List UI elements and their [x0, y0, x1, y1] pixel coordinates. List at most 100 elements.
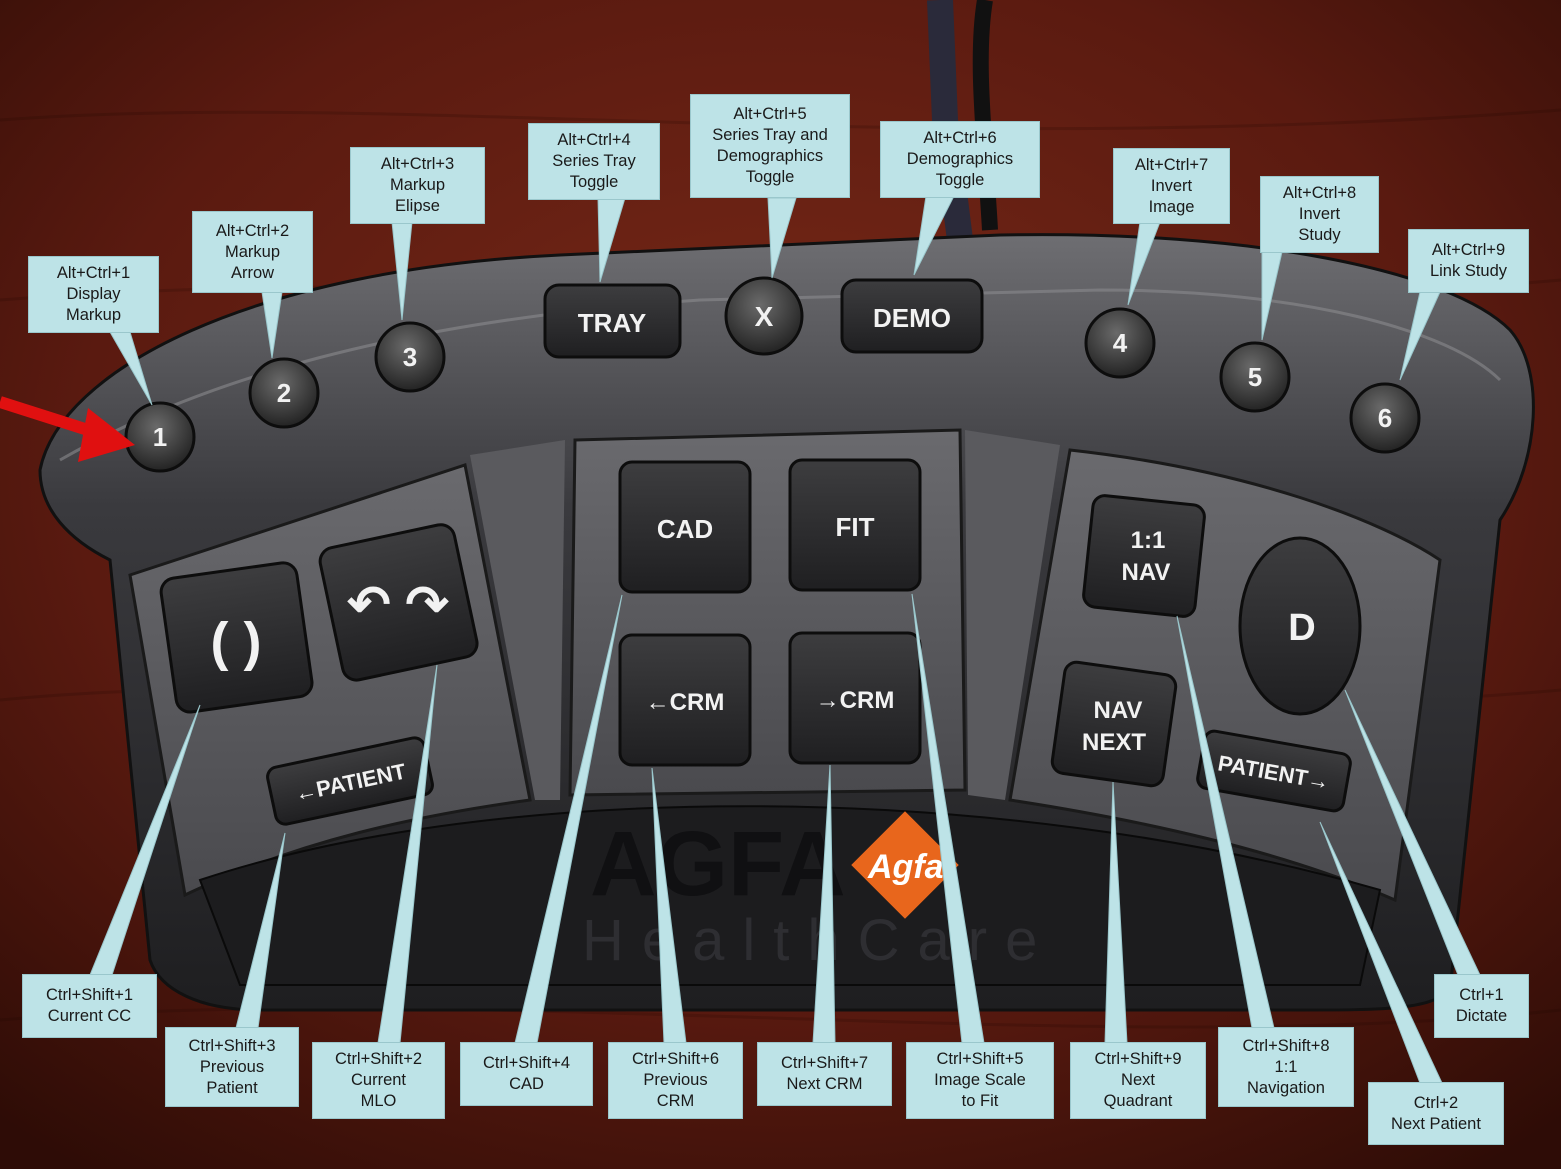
nav-next-key-line2: NEXT — [1082, 729, 1146, 756]
callout-line: Alt+Ctrl+5 — [733, 105, 807, 123]
dictate-key-label: D — [1288, 607, 1315, 649]
callout-markup-elipse: Alt+Ctrl+3 Markup Elipse — [350, 147, 485, 224]
key-1[interactable]: 1 — [124, 401, 196, 473]
nav-11-key[interactable]: 1:1 NAV — [1082, 494, 1206, 618]
callout-line: Series Tray and — [712, 126, 828, 144]
callout-line: Alt+Ctrl+9 — [1431, 241, 1506, 259]
callout-cad: Ctrl+Shift+4 CAD — [460, 1042, 593, 1106]
callout-line: 1:1 — [1274, 1057, 1298, 1076]
callout-line: Alt+Ctrl+3 — [380, 155, 455, 173]
callout-line: Patient — [206, 1078, 258, 1097]
fit-key[interactable]: FIT — [788, 458, 922, 592]
prev-crm-key-label: ←CRM — [646, 689, 725, 716]
demo-key-label: DEMO — [873, 303, 951, 333]
callout-line: Alt+Ctrl+7 — [1134, 155, 1209, 174]
key-2[interactable]: 2 — [248, 357, 320, 429]
callout-line: Ctrl+Shift+5 — [936, 1050, 1024, 1068]
x-key-label: X — [755, 301, 774, 332]
callout-line: Next Patient — [1391, 1114, 1481, 1133]
callout-line: Series Tray — [552, 152, 636, 170]
callout-next-quadrant: Ctrl+Shift+9 Next Quadrant — [1070, 1042, 1206, 1119]
dictate-key[interactable]: D — [1238, 536, 1362, 716]
callout-line: CAD — [509, 1075, 544, 1093]
key-5[interactable]: 5 — [1219, 341, 1291, 413]
callout-line: Current — [350, 1071, 407, 1089]
callout-demographics-toggle: Alt+Ctrl+6 Demographics Toggle — [880, 121, 1040, 198]
key-3[interactable]: 3 — [374, 321, 446, 393]
cad-key-label: CAD — [657, 514, 713, 544]
callout-line: CRM — [656, 1092, 695, 1110]
callout-line: Markup — [65, 306, 122, 324]
nav-next-key[interactable]: NAV NEXT — [1050, 660, 1178, 788]
callout-line: Toggle — [745, 168, 795, 186]
next-crm-key[interactable]: →CRM — [788, 631, 922, 765]
callout-previous-crm: Ctrl+Shift+6 Previous CRM — [608, 1042, 743, 1119]
callout-invert-image: Alt+Ctrl+7 Invert Image — [1113, 148, 1230, 224]
cad-key[interactable]: CAD — [618, 460, 752, 594]
callout-line: Next — [1121, 1071, 1155, 1089]
callout-line: Invert — [1150, 176, 1193, 195]
callout-line: Study — [1298, 226, 1341, 244]
callout-line: Link Study — [1429, 262, 1508, 280]
key-2-label: 2 — [277, 378, 291, 408]
callout-previous-patient: Ctrl+Shift+3 Previous Patient — [165, 1027, 299, 1107]
callout-display-markup: Alt+Ctrl+1 Display Markup — [28, 256, 159, 333]
callout-line: Display — [66, 285, 121, 303]
current-cc-key[interactable]: ( ) — [159, 561, 314, 714]
callout-line: Demographics — [906, 150, 1014, 168]
keypad-photo: AGFA Agfa HealthCare 1 2 3 4 5 6 TRAY X … — [0, 0, 1561, 1169]
callout-line: Ctrl+Shift+3 — [188, 1036, 276, 1055]
callout-dictate: Ctrl+1 Dictate — [1434, 974, 1529, 1038]
key-4[interactable]: 4 — [1084, 307, 1156, 379]
callout-line: Arrow — [230, 263, 275, 282]
callout-line: Current CC — [47, 1007, 132, 1025]
callout-markup-arrow: Alt+Ctrl+2 Markup Arrow — [192, 211, 313, 293]
callout-line: Alt+Ctrl+1 — [56, 264, 131, 282]
callout-line: Markup — [224, 242, 281, 261]
callout-line: Image — [1148, 197, 1195, 216]
callout-line: Previous — [643, 1071, 708, 1089]
demo-key[interactable]: DEMO — [840, 278, 984, 354]
callout-line: Ctrl+Shift+7 — [780, 1054, 869, 1072]
callout-line: Ctrl+Shift+2 — [334, 1050, 423, 1068]
callout-line: Previous — [199, 1057, 265, 1076]
callout-image-scale-fit: Ctrl+Shift+5 Image Scale to Fit — [906, 1042, 1054, 1119]
callout-navigation-11: Ctrl+Shift+8 1:1 Navigation — [1218, 1027, 1354, 1107]
key-1-label: 1 — [153, 422, 167, 452]
nav-11-key-line2: NAV — [1122, 559, 1171, 586]
prev-crm-key[interactable]: ←CRM — [618, 633, 752, 767]
key-5-label: 5 — [1248, 362, 1262, 392]
tray-key-label: TRAY — [578, 308, 646, 338]
x-key[interactable]: X — [724, 276, 804, 356]
key-6-label: 6 — [1378, 403, 1392, 433]
tray-key[interactable]: TRAY — [543, 283, 682, 359]
callout-line: Alt+Ctrl+8 — [1282, 184, 1357, 202]
key-3-label: 3 — [403, 342, 417, 372]
key-4-label: 4 — [1113, 328, 1128, 358]
callout-line: Markup — [389, 176, 446, 194]
callout-line: Alt+Ctrl+4 — [557, 131, 631, 149]
callout-line: Demographics — [716, 147, 824, 165]
callout-line: Ctrl+2 — [1413, 1093, 1459, 1112]
brand-badge-text: Agfa — [867, 848, 944, 886]
callout-line: Dictate — [1455, 1007, 1508, 1025]
callout-series-tray-demographics-toggle: Alt+Ctrl+5 Series Tray and Demographics … — [690, 94, 850, 198]
current-mlo-key[interactable]: ↶ ↷ — [318, 522, 480, 683]
brand-text: AGFA — [590, 813, 846, 915]
current-cc-key-label: ( ) — [211, 612, 262, 672]
callout-line: Elipse — [395, 197, 440, 215]
callout-line: Invert — [1298, 205, 1341, 223]
nav-11-key-line1: 1:1 — [1131, 527, 1166, 554]
callout-invert-study: Alt+Ctrl+8 Invert Study — [1260, 176, 1379, 253]
callout-series-tray-toggle: Alt+Ctrl+4 Series Tray Toggle — [528, 123, 660, 200]
callout-line: Image Scale — [934, 1071, 1026, 1089]
callout-line: Next CRM — [786, 1075, 863, 1093]
callout-line: Alt+Ctrl+2 — [215, 221, 290, 240]
callout-line: Toggle — [935, 171, 985, 189]
callout-line: Alt+Ctrl+6 — [923, 129, 997, 147]
fit-key-label: FIT — [836, 512, 875, 542]
callout-current-cc: Ctrl+Shift+1 Current CC — [22, 974, 157, 1038]
callout-line: Ctrl+Shift+9 — [1094, 1050, 1182, 1068]
key-6[interactable]: 6 — [1349, 382, 1421, 454]
callout-next-patient: Ctrl+2 Next Patient — [1368, 1082, 1504, 1145]
